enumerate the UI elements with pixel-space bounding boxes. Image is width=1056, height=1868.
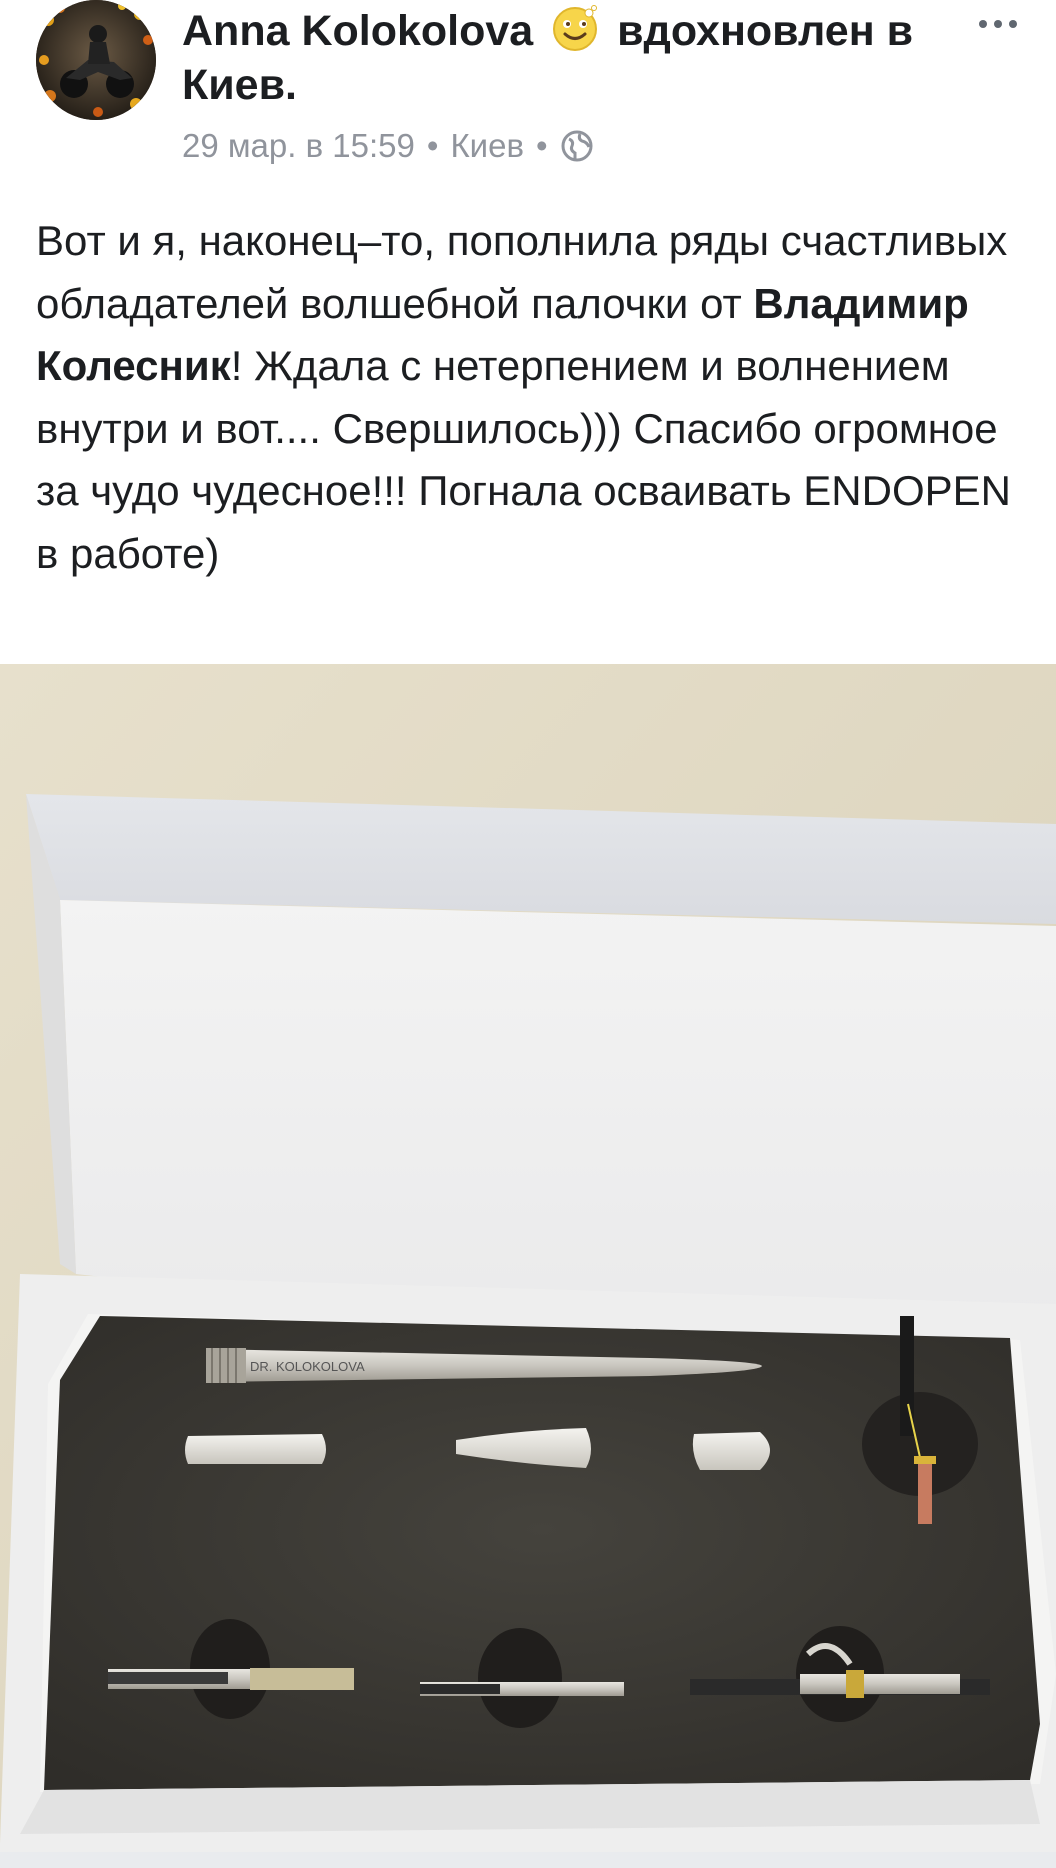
author-avatar[interactable] <box>36 0 156 120</box>
product-box-photo-icon: DR. KOLOKOLOVA <box>0 664 1056 1852</box>
post-timestamp[interactable]: 29 мар. в 15:59 <box>182 124 415 168</box>
meta-separator: • <box>426 127 439 164</box>
post-photo[interactable]: DR. KOLOKOLOVA <box>0 664 1056 1852</box>
feeling-label: вдохновлен в <box>617 7 914 55</box>
dot-icon <box>1009 20 1017 28</box>
dot-icon <box>994 20 1002 28</box>
globe-icon <box>560 129 594 163</box>
post-meta: 29 мар. в 15:59 • Киев • <box>182 124 594 168</box>
place-link[interactable]: Киев. <box>182 61 297 109</box>
avatar-image <box>36 0 156 120</box>
post-location[interactable]: Киев <box>450 124 524 168</box>
dot-icon <box>979 20 987 28</box>
inspired-face-emoji-icon <box>551 5 599 53</box>
author-name[interactable]: Anna Kolokolova <box>182 7 533 55</box>
post-header-line: Anna Kolokolova вдохновлен в Киев. <box>182 4 942 112</box>
engraving-text: DR. KOLOKOLOVA <box>250 1359 365 1374</box>
meta-separator: • <box>536 127 548 164</box>
post-body-text: Вот и я, наконец–то, пополнила ряды счас… <box>36 210 1026 585</box>
feed-post: Anna Kolokolova вдохновлен в Киев. 29 ма… <box>0 0 1056 1868</box>
post-divider <box>0 1852 1056 1868</box>
more-options-button[interactable] <box>970 10 1026 38</box>
